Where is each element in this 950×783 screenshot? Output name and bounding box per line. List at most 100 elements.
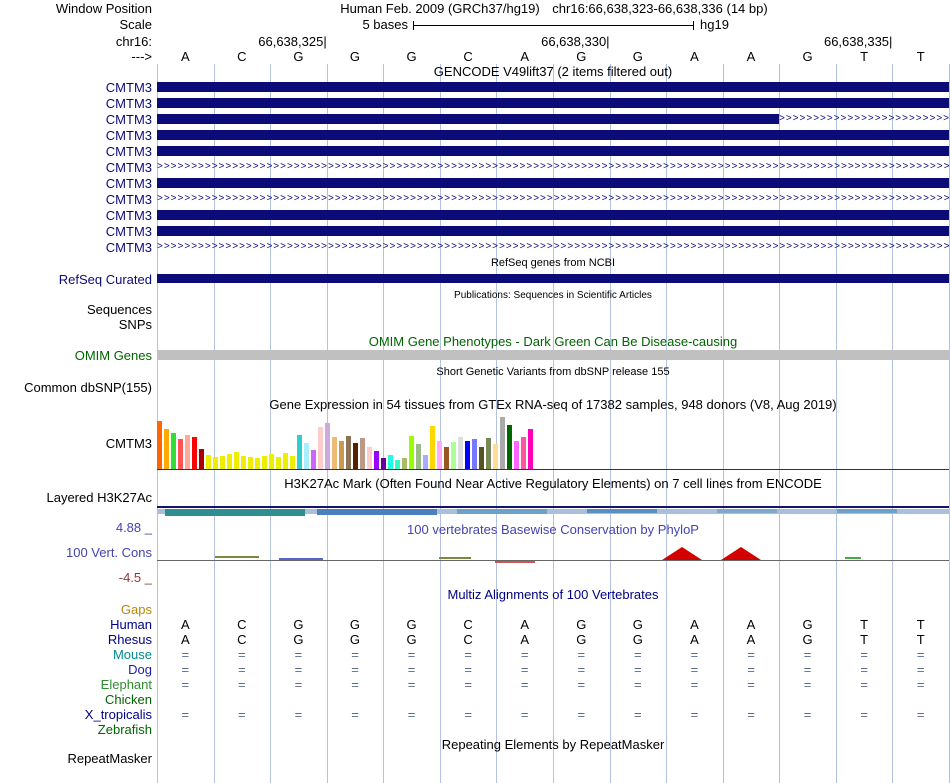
track-label-gencode[interactable]: CMTM3 <box>0 240 152 255</box>
gene-bar[interactable] <box>157 98 949 108</box>
species-label-mouse[interactable]: Mouse <box>0 647 152 662</box>
gtex-expression-bar[interactable] <box>472 439 477 469</box>
gene-bar[interactable] <box>157 82 949 92</box>
gtex-expression-bar[interactable] <box>164 429 169 469</box>
gtex-expression-bar[interactable] <box>332 437 337 469</box>
gtex-expression-bar[interactable] <box>374 451 379 469</box>
gtex-expression-bar[interactable] <box>437 441 442 469</box>
gene-strand-arrows[interactable]: >>>>>>>>>>>>>>>>>>>>>>>>>>>>>>>>>>>>>>>>… <box>157 242 949 252</box>
track-label-sequences[interactable]: Sequences <box>0 302 152 317</box>
gtex-expression-bar[interactable] <box>430 426 435 469</box>
gtex-expression-bar[interactable] <box>318 427 323 469</box>
gtex-expression-bar[interactable] <box>255 458 260 469</box>
gtex-expression-bar[interactable] <box>367 447 372 469</box>
gtex-expression-bar[interactable] <box>297 435 302 469</box>
repeatmasker-track-title[interactable]: Repeating Elements by RepeatMasker <box>157 737 949 752</box>
track-label-h3k27ac[interactable]: Layered H3K27Ac <box>0 490 152 505</box>
species-label-rhesus[interactable]: Rhesus <box>0 632 152 647</box>
track-label-gencode[interactable]: CMTM3 <box>0 176 152 191</box>
gtex-expression-bar[interactable] <box>206 455 211 469</box>
gene-bar[interactable] <box>157 226 949 236</box>
gencode-track-title[interactable]: GENCODE V49lift37 (2 items filtered out) <box>157 64 949 79</box>
gtex-expression-bar[interactable] <box>262 456 267 469</box>
publications-track-title[interactable]: Publications: Sequences in Scientific Ar… <box>157 290 949 301</box>
gtex-expression-bar[interactable] <box>395 460 400 469</box>
omim-gene-bar[interactable] <box>157 350 949 360</box>
gtex-expression-bar[interactable] <box>185 435 190 469</box>
track-label-gencode[interactable]: CMTM3 <box>0 144 152 159</box>
gtex-expression-bar[interactable] <box>304 443 309 469</box>
species-label-x_tropicalis[interactable]: X_tropicalis <box>0 707 152 722</box>
gtex-expression-bar[interactable] <box>220 456 225 469</box>
track-label-gencode[interactable]: CMTM3 <box>0 112 152 127</box>
gtex-expression-bar[interactable] <box>269 454 274 469</box>
gtex-expression-bar[interactable] <box>346 436 351 469</box>
omim-track-title[interactable]: OMIM Gene Phenotypes - Dark Green Can Be… <box>157 334 949 349</box>
gtex-expression-bar[interactable] <box>241 456 246 469</box>
track-label-gencode[interactable]: CMTM3 <box>0 208 152 223</box>
gtex-expression-bar[interactable] <box>311 450 316 469</box>
gtex-expression-bar[interactable] <box>199 449 204 469</box>
gtex-expression-bar[interactable] <box>171 433 176 469</box>
track-label-gencode[interactable]: CMTM3 <box>0 192 152 207</box>
multiz-track-title[interactable]: Multiz Alignments of 100 Vertebrates <box>157 587 949 602</box>
track-label-gencode[interactable]: CMTM3 <box>0 160 152 175</box>
gtex-expression-bar[interactable] <box>465 441 470 469</box>
track-label-gencode[interactable]: CMTM3 <box>0 80 152 95</box>
species-label-dog[interactable]: Dog <box>0 662 152 677</box>
gene-bar[interactable] <box>157 146 949 156</box>
track-label-dbsnp[interactable]: Common dbSNP(155) <box>0 380 152 395</box>
species-label-gaps[interactable]: Gaps <box>0 602 152 617</box>
gtex-expression-bar[interactable] <box>157 421 162 469</box>
gtex-expression-bar[interactable] <box>192 437 197 469</box>
track-label-omim[interactable]: OMIM Genes <box>0 348 152 363</box>
track-label-refseq[interactable]: RefSeq Curated <box>0 272 152 287</box>
species-label-elephant[interactable]: Elephant <box>0 677 152 692</box>
gtex-expression-bar[interactable] <box>416 444 421 469</box>
gtex-expression-bar[interactable] <box>339 441 344 469</box>
species-label-human[interactable]: Human <box>0 617 152 632</box>
cons-track-title[interactable]: 100 vertebrates Basewise Conservation by… <box>157 522 949 537</box>
gtex-expression-bar[interactable] <box>493 444 498 469</box>
gtex-expression-bar[interactable] <box>451 442 456 469</box>
track-label-gencode[interactable]: CMTM3 <box>0 224 152 239</box>
gene-bar[interactable] <box>157 114 779 124</box>
gtex-expression-bar[interactable] <box>248 457 253 469</box>
gtex-expression-bar[interactable] <box>458 437 463 469</box>
gtex-expression-bar[interactable] <box>479 447 484 469</box>
gene-bar[interactable] <box>157 210 949 220</box>
gtex-expression-bar[interactable] <box>381 458 386 469</box>
track-label-gencode[interactable]: CMTM3 <box>0 128 152 143</box>
gtex-expression-bar[interactable] <box>290 456 295 469</box>
gtex-expression-bar[interactable] <box>514 441 519 469</box>
gtex-expression-bar[interactable] <box>360 438 365 469</box>
species-label-zebrafish[interactable]: Zebrafish <box>0 722 152 737</box>
track-label-gencode[interactable]: CMTM3 <box>0 96 152 111</box>
refseq-gene-bar[interactable] <box>157 274 949 283</box>
gene-strand-arrows[interactable]: >>>>>>>>>>>>>>>>>>>>>>>>>>>>>>>>>>>>>>>>… <box>157 194 949 204</box>
gtex-expression-bar[interactable] <box>521 437 526 469</box>
refseq-track-title[interactable]: RefSeq genes from NCBI <box>157 257 949 269</box>
dbsnp-track-title[interactable]: Short Genetic Variants from dbSNP releas… <box>157 366 949 378</box>
encode-track-title[interactable]: H3K27Ac Mark (Often Found Near Active Re… <box>157 476 949 491</box>
track-label-cons[interactable]: 100 Vert. Cons <box>0 545 152 560</box>
gene-strand-arrows[interactable]: >>>>>>>>>>>>>>>>>>>>>>>>>>>>> <box>779 114 949 124</box>
gene-bar[interactable] <box>157 130 949 140</box>
gtex-expression-bar[interactable] <box>276 457 281 469</box>
gtex-expression-bar[interactable] <box>227 454 232 469</box>
gtex-expression-bar[interactable] <box>213 457 218 469</box>
gtex-expression-bar[interactable] <box>283 453 288 469</box>
track-label-snps[interactable]: SNPs <box>0 317 152 332</box>
gtex-expression-bar[interactable] <box>528 429 533 469</box>
gtex-expression-bar[interactable] <box>486 438 491 469</box>
gtex-expression-bar[interactable] <box>423 455 428 469</box>
gtex-expression-bar[interactable] <box>234 452 239 469</box>
species-label-chicken[interactable]: Chicken <box>0 692 152 707</box>
gtex-expression-bar[interactable] <box>325 423 330 469</box>
gene-strand-arrows[interactable]: >>>>>>>>>>>>>>>>>>>>>>>>>>>>>>>>>>>>>>>>… <box>157 162 949 172</box>
gtex-track-title[interactable]: Gene Expression in 54 tissues from GTEx … <box>157 397 949 412</box>
gtex-expression-bar[interactable] <box>402 458 407 469</box>
track-label-gtex-gene[interactable]: CMTM3 <box>0 436 152 451</box>
gene-bar[interactable] <box>157 178 949 188</box>
gtex-expression-bar[interactable] <box>178 439 183 469</box>
